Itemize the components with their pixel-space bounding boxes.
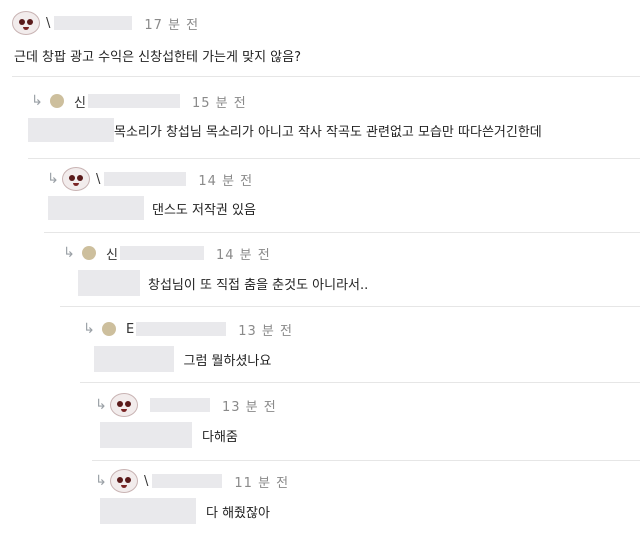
comment-text: 다 해줬잖아 xyxy=(206,505,270,521)
comment-body: 다 해줬잖아 xyxy=(100,498,270,524)
comment-author[interactable]: E xyxy=(126,322,134,337)
comment-body: 그럼 뭘하셨나요 xyxy=(84,346,271,372)
reply-arrow-icon: ↳ xyxy=(83,321,95,337)
comment-divider xyxy=(12,76,640,77)
redacted-mention xyxy=(93,346,174,372)
comment-author[interactable]: \ xyxy=(96,172,100,187)
comment-header: ↳ 신 15 분 전 xyxy=(28,88,247,114)
comment-author[interactable]: 신 xyxy=(74,92,86,111)
comment-header: \ 17 분 전 xyxy=(12,10,199,36)
default-avatar-icon[interactable] xyxy=(102,322,116,336)
redacted-name xyxy=(119,246,204,260)
comment-text: 댄스도 저작권 있음 xyxy=(152,202,256,218)
comment-header: ↳ \ 11 분 전 xyxy=(92,468,289,494)
redacted-mention xyxy=(28,118,114,142)
comment-text: 그럼 뭘하셨나요 xyxy=(183,353,272,369)
avatar-icon[interactable] xyxy=(110,393,138,417)
comment-header: ↳ E 13 분 전 xyxy=(80,316,293,342)
redacted-mention xyxy=(100,498,196,524)
comment-time: 17 분 전 xyxy=(144,17,200,33)
comment-divider xyxy=(28,158,640,159)
comment-author[interactable]: 신 xyxy=(106,244,118,263)
comment-header: ↳ 13 분 전 xyxy=(92,392,277,418)
comment-body: 댄스도 저작권 있음 xyxy=(48,196,256,220)
comment-author[interactable]: \ xyxy=(46,16,50,31)
avatar-icon[interactable] xyxy=(62,167,90,191)
redacted-name xyxy=(136,322,227,336)
comment-thread: \ 17 분 전 근데 창팝 광고 수익은 신창섭한테 가는게 맞지 않음? ↳… xyxy=(0,0,640,536)
redacted-name xyxy=(152,474,223,488)
avatar-icon[interactable] xyxy=(110,469,138,493)
comment-text: 창섭님이 또 직접 춤을 춘것도 아니라서.. xyxy=(148,277,369,293)
reply-arrow-icon: ↳ xyxy=(63,245,75,261)
redacted-mention xyxy=(48,196,144,220)
comment-time: 13 분 전 xyxy=(222,399,277,415)
redacted-name xyxy=(104,172,187,186)
comment-divider xyxy=(60,306,640,307)
comment-divider xyxy=(92,460,640,461)
comment-body: 근데 창팝 광고 수익은 신창섭한테 가는게 맞지 않음? xyxy=(14,46,301,65)
comment-text: 다해줌 xyxy=(202,429,238,445)
comment-body: 다해줌 xyxy=(100,422,238,448)
comment-time: 14 분 전 xyxy=(215,247,271,263)
redacted-name xyxy=(150,398,210,412)
reply-arrow-icon: ↳ xyxy=(95,397,107,413)
redacted-mention xyxy=(100,422,192,448)
redacted-name xyxy=(87,94,180,108)
default-avatar-icon[interactable] xyxy=(50,94,64,108)
comment-author[interactable]: \ xyxy=(144,474,148,489)
reply-arrow-icon: ↳ xyxy=(95,473,107,489)
comment-divider xyxy=(44,232,640,233)
redacted-mention xyxy=(78,270,140,296)
comment-text: 목소리가 창섭님 목소리가 아니고 작사 작곡도 관련없고 모습만 따다쓴거긴한… xyxy=(114,124,542,140)
comment-body: 창섭님이 또 직접 춤을 춘것도 아니라서.. xyxy=(78,270,368,296)
default-avatar-icon[interactable] xyxy=(82,246,96,260)
reply-arrow-icon: ↳ xyxy=(47,171,59,187)
comment-time: 14 분 전 xyxy=(198,173,254,189)
comment-header: ↳ \ 14 분 전 xyxy=(44,166,253,192)
redacted-name xyxy=(54,16,133,30)
comment-time: 13 분 전 xyxy=(238,323,293,339)
comment-divider xyxy=(80,382,640,383)
comment-body: 목소리가 창섭님 목소리가 아니고 작사 작곡도 관련없고 모습만 따다쓴거긴한… xyxy=(28,118,542,142)
comment-header: ↳ 신 14 분 전 xyxy=(60,240,271,266)
avatar-icon[interactable] xyxy=(12,11,40,35)
comment-time: 15 분 전 xyxy=(191,95,247,111)
comment-text: 근데 창팝 광고 수익은 신창섭한테 가는게 맞지 않음? xyxy=(14,50,301,65)
reply-arrow-icon: ↳ xyxy=(31,93,43,109)
comment-time: 11 분 전 xyxy=(234,475,290,491)
